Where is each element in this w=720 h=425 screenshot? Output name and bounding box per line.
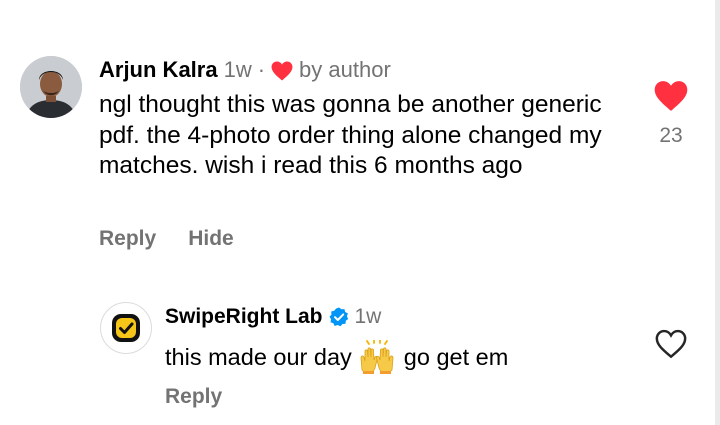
raising-hands-emoji-icon <box>358 339 396 374</box>
comment-actions: Reply Hide <box>99 225 234 253</box>
reply-actions: Reply <box>165 383 222 411</box>
reply-avatar[interactable] <box>100 302 152 354</box>
hide-button[interactable]: Hide <box>188 225 234 253</box>
brand-logo-icon <box>112 314 140 342</box>
avatar[interactable] <box>20 56 82 118</box>
like-button[interactable] <box>654 80 688 112</box>
comment-header: Arjun Kalra 1w · by author <box>99 56 391 84</box>
reply-text: this made our day go get em <box>165 339 509 374</box>
scrollbar[interactable] <box>715 0 720 425</box>
separator-dot: · <box>257 57 266 82</box>
reply-like-button[interactable] <box>655 329 687 359</box>
reply-to-reply-button[interactable]: Reply <box>165 385 222 408</box>
comment-text: ngl thought this was gonna be another ge… <box>99 91 602 179</box>
like-count[interactable]: 23 <box>648 122 694 150</box>
heart-filled-icon <box>654 81 688 111</box>
heart-outline-icon <box>655 329 687 359</box>
reply-timestamp: 1w <box>354 305 382 328</box>
verified-badge-icon <box>329 307 349 327</box>
by-author-label: by author <box>299 57 391 82</box>
reply-text-end: go get em <box>403 344 509 370</box>
reply-text-start: this made our day <box>165 344 352 370</box>
reply-username[interactable]: SwipeRight Lab <box>165 303 323 331</box>
user-photo-icon <box>20 56 82 118</box>
author-heart-icon <box>271 60 293 81</box>
comment-username[interactable]: Arjun Kalra <box>99 56 218 84</box>
reply-header: SwipeRight Lab 1w <box>165 303 381 331</box>
reply-button[interactable]: Reply <box>99 225 156 253</box>
comment-timestamp: 1w <box>223 57 252 82</box>
